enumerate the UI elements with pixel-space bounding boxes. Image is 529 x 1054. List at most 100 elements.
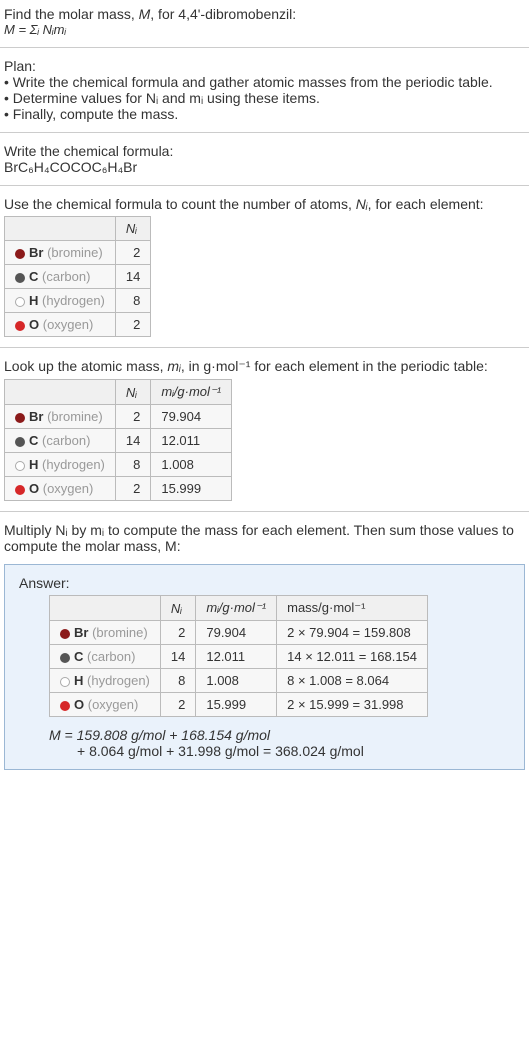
mi-cell: 1.008 xyxy=(151,453,232,477)
multiply-text: Multiply Nᵢ by mᵢ to compute the mass fo… xyxy=(4,522,525,554)
table-row: O (oxygen) 2 15.999 xyxy=(5,477,232,501)
element-name: (hydrogen) xyxy=(42,457,105,472)
element-name: (hydrogen) xyxy=(42,293,105,308)
bromine-dot-icon xyxy=(60,629,70,639)
mass-header: mass/g·mol⁻¹ xyxy=(277,596,428,621)
element-symbol: C xyxy=(74,649,83,664)
table-row: H (hydrogen) 8 xyxy=(5,289,151,313)
element-cell: C (carbon) xyxy=(5,265,116,289)
table-row: C (carbon) 14 12.011 xyxy=(5,429,232,453)
element-name: (bromine) xyxy=(47,245,103,260)
mass-heading-a: Look up the atomic mass, xyxy=(4,358,167,374)
mi-cell: 79.904 xyxy=(196,621,277,645)
mi-cell: 15.999 xyxy=(151,477,232,501)
divider xyxy=(0,347,529,348)
element-symbol: O xyxy=(29,481,39,496)
ni-cell: 2 xyxy=(160,693,195,717)
mass-mi: mᵢ xyxy=(167,358,180,374)
divider xyxy=(0,132,529,133)
table-row: O (oxygen) 2 15.999 2 × 15.999 = 31.998 xyxy=(50,693,428,717)
hydrogen-dot-icon xyxy=(15,297,25,307)
chem-heading: Write the chemical formula: xyxy=(4,143,525,159)
result-text-1: M = 159.808 g/mol + 168.154 g/mol xyxy=(49,727,270,743)
element-cell: O (oxygen) xyxy=(5,313,116,337)
ni-cell: 14 xyxy=(115,265,150,289)
hydrogen-dot-icon xyxy=(15,461,25,471)
element-cell: H (hydrogen) xyxy=(5,453,116,477)
atom-count-section: Use the chemical formula to count the nu… xyxy=(0,190,529,343)
table-row: C (carbon) 14 12.011 14 × 12.011 = 168.1… xyxy=(50,645,428,669)
result-line-1: M = 159.808 g/mol + 168.154 g/mol xyxy=(49,727,510,743)
element-cell: O (oxygen) xyxy=(50,693,161,717)
element-symbol: Br xyxy=(29,245,43,260)
element-name: (carbon) xyxy=(87,649,135,664)
table-header-row: Nᵢ mᵢ/g·mol⁻¹ mass/g·mol⁻¹ xyxy=(50,596,428,621)
empty-header xyxy=(5,217,116,241)
carbon-dot-icon xyxy=(60,653,70,663)
count-ni: Nᵢ xyxy=(356,196,368,212)
element-symbol: O xyxy=(29,317,39,332)
element-symbol: C xyxy=(29,269,38,284)
ni-cell: 2 xyxy=(115,313,150,337)
table-row: O (oxygen) 2 xyxy=(5,313,151,337)
plan-heading: Plan: xyxy=(4,58,525,74)
oxygen-dot-icon xyxy=(15,485,25,495)
plan-bullet-1: • Write the chemical formula and gather … xyxy=(4,74,525,90)
divider xyxy=(0,47,529,48)
ni-cell: 2 xyxy=(115,477,150,501)
ni-cell: 14 xyxy=(115,429,150,453)
element-name: (oxygen) xyxy=(88,697,139,712)
count-heading: Use the chemical formula to count the nu… xyxy=(4,196,525,212)
divider xyxy=(0,511,529,512)
bromine-dot-icon xyxy=(15,249,25,259)
table-header-row: Nᵢ xyxy=(5,217,151,241)
element-cell: Br (bromine) xyxy=(5,241,116,265)
mi-cell: 1.008 xyxy=(196,669,277,693)
element-cell: Br (bromine) xyxy=(5,405,116,429)
element-name: (oxygen) xyxy=(43,317,94,332)
result-text-2: + 8.064 g/mol + 31.998 g/mol = 368.024 g… xyxy=(77,743,364,759)
mass-heading: Look up the atomic mass, mᵢ, in g·mol⁻¹ … xyxy=(4,358,525,375)
element-symbol: C xyxy=(29,433,38,448)
count-heading-a: Use the chemical formula to count the nu… xyxy=(4,196,356,212)
mass-heading-b: , in g·mol⁻¹ for each element in the per… xyxy=(181,358,488,374)
ni-header: Nᵢ xyxy=(115,217,150,241)
chem-formula: BrC₆H₄COCOC₆H₄Br xyxy=(4,159,525,175)
ni-cell: 8 xyxy=(115,453,150,477)
mass-table: Nᵢ mᵢ/g·mol⁻¹ Br (bromine) 2 79.904 C (c… xyxy=(4,379,232,501)
ni-cell: 8 xyxy=(115,289,150,313)
mi-header: mᵢ/g·mol⁻¹ xyxy=(151,380,232,405)
element-symbol: O xyxy=(74,697,84,712)
table-header-row: Nᵢ mᵢ/g·mol⁻¹ xyxy=(5,380,232,405)
carbon-dot-icon xyxy=(15,437,25,447)
hydrogen-dot-icon xyxy=(60,677,70,687)
plan-bullet-2: • Determine values for Nᵢ and mᵢ using t… xyxy=(4,90,525,106)
element-cell: H (hydrogen) xyxy=(5,289,116,313)
mass-cell: 8 × 1.008 = 8.064 xyxy=(277,669,428,693)
atomic-mass-section: Look up the atomic mass, mᵢ, in g·mol⁻¹ … xyxy=(0,352,529,507)
element-name: (carbon) xyxy=(42,433,90,448)
table-row: Br (bromine) 2 xyxy=(5,241,151,265)
ni-header: Nᵢ xyxy=(115,380,150,405)
ni-cell: 14 xyxy=(160,645,195,669)
chemical-formula-section: Write the chemical formula: BrC₆H₄COCOC₆… xyxy=(0,137,529,181)
mass-cell: 14 × 12.011 = 168.154 xyxy=(277,645,428,669)
intro-equation: M = Σᵢ Nᵢmᵢ xyxy=(4,22,525,37)
element-symbol: Br xyxy=(29,409,43,424)
answer-label: Answer: xyxy=(19,575,510,591)
table-row: H (hydrogen) 8 1.008 xyxy=(5,453,232,477)
count-table: Nᵢ Br (bromine) 2 C (carbon) 14 H (hydro… xyxy=(4,216,151,337)
element-cell: C (carbon) xyxy=(5,429,116,453)
element-cell: O (oxygen) xyxy=(5,477,116,501)
answer-table: Nᵢ mᵢ/g·mol⁻¹ mass/g·mol⁻¹ Br (bromine) … xyxy=(49,595,428,717)
table-row: Br (bromine) 2 79.904 xyxy=(5,405,232,429)
element-symbol: H xyxy=(74,673,83,688)
bromine-dot-icon xyxy=(15,413,25,423)
ni-cell: 2 xyxy=(160,621,195,645)
ni-header: Nᵢ xyxy=(160,596,195,621)
mi-cell: 12.011 xyxy=(151,429,232,453)
result-line-2: + 8.064 g/mol + 31.998 g/mol = 368.024 g… xyxy=(77,743,510,759)
intro-section: Find the molar mass, M, for 4,4'-dibromo… xyxy=(0,0,529,43)
carbon-dot-icon xyxy=(15,273,25,283)
plan-section: Plan: • Write the chemical formula and g… xyxy=(0,52,529,128)
